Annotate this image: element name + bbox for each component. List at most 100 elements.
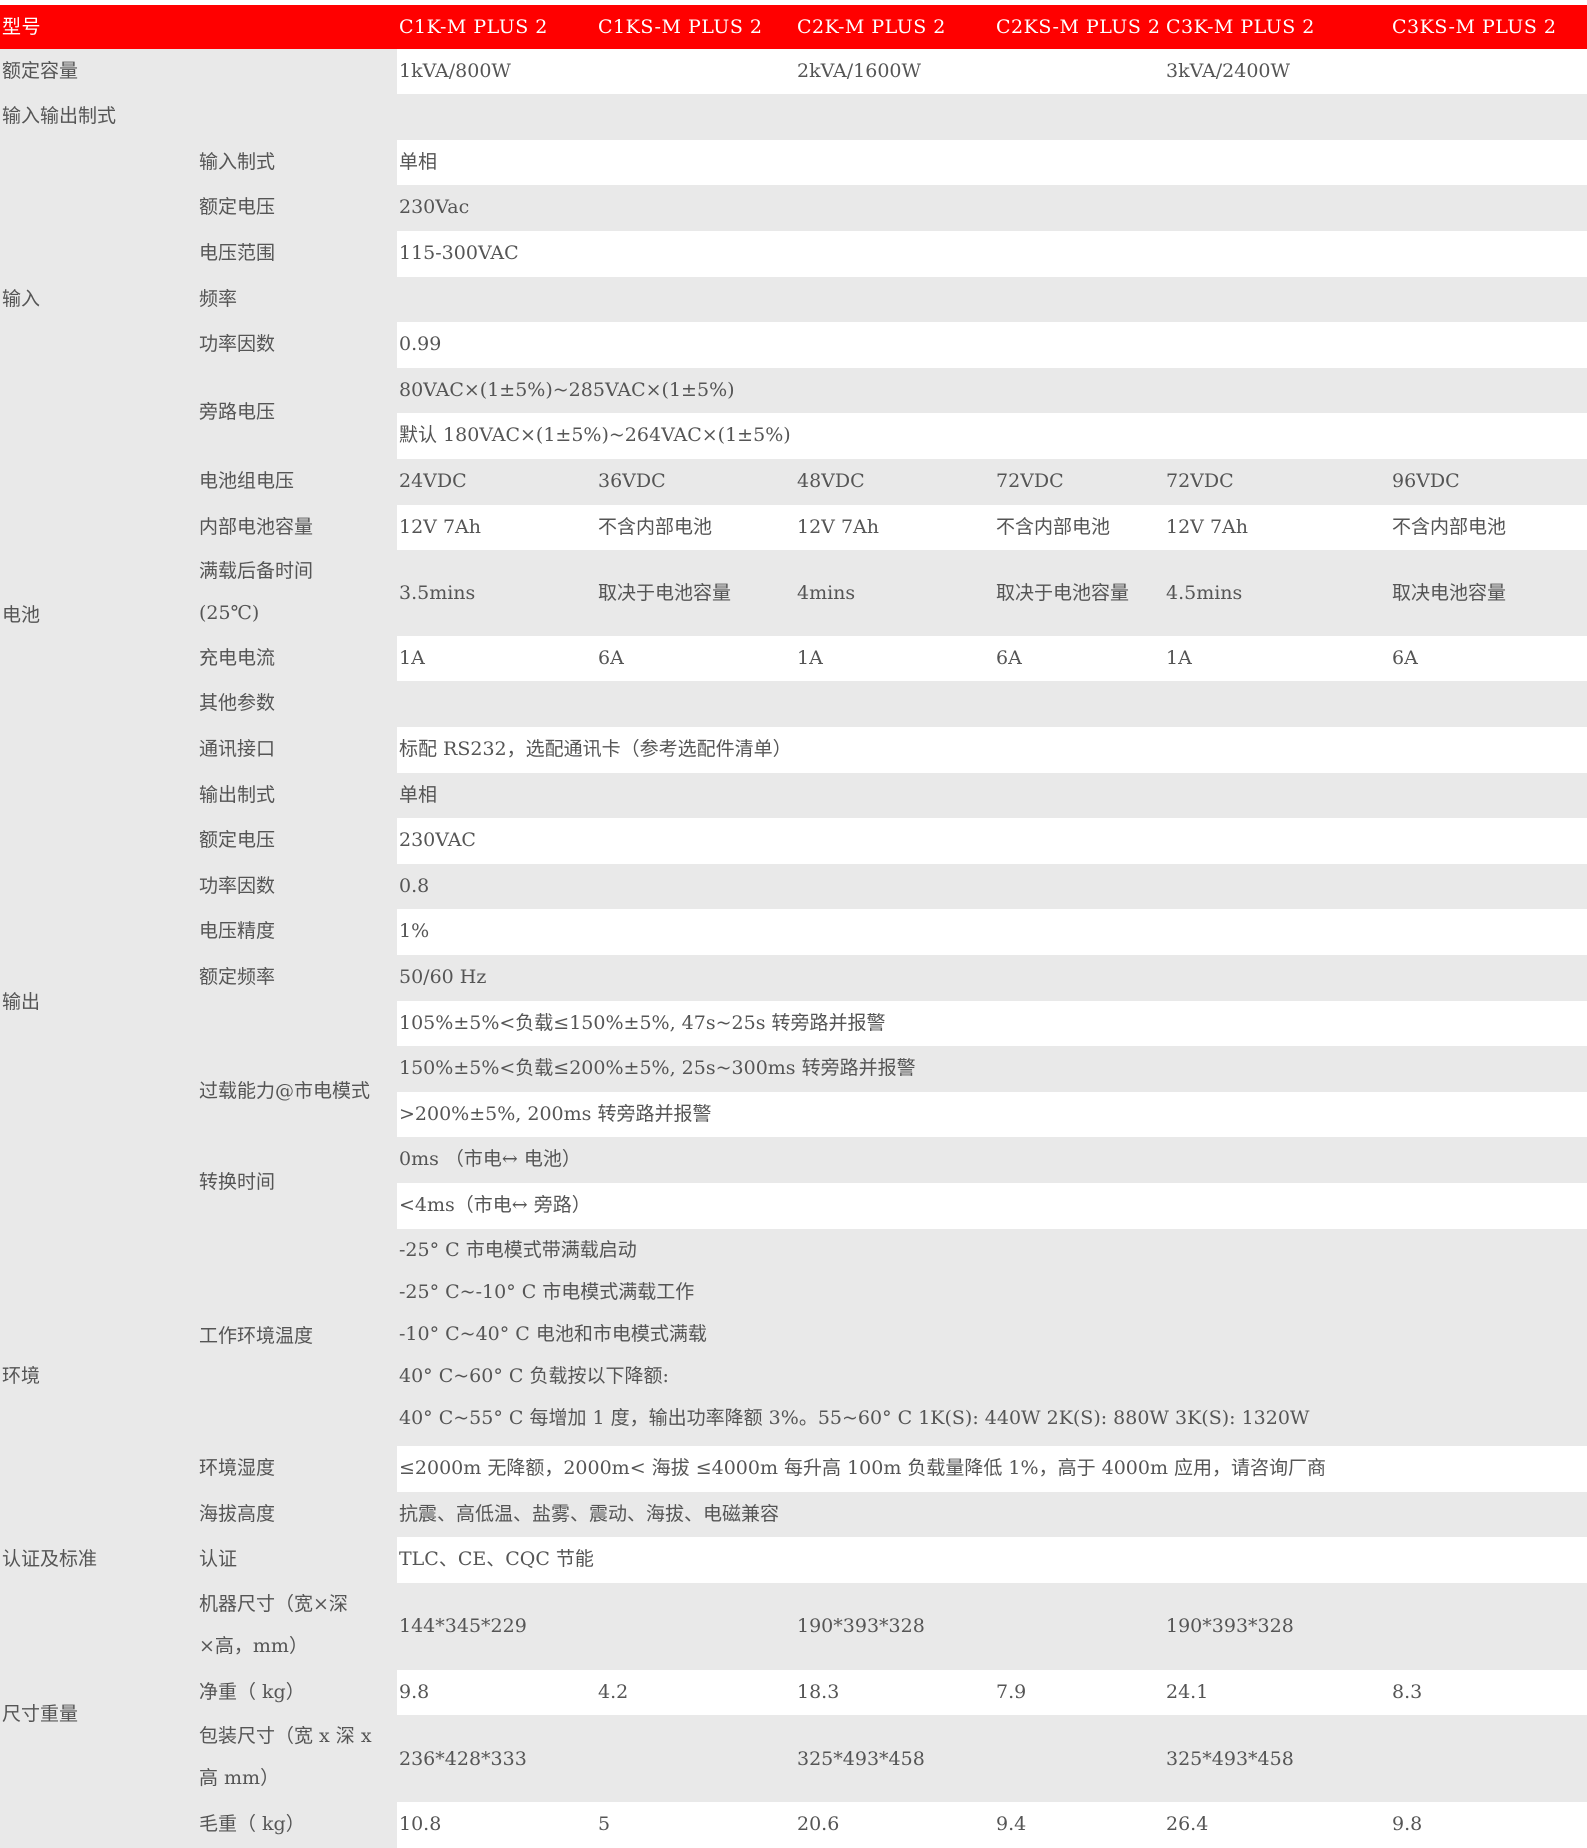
- charge-current-value: 6A: [1392, 647, 1418, 669]
- interface-value: 标配 RS232，选配通讯卡（参考选配件清单）: [399, 738, 792, 760]
- charge-current-value: 1A: [797, 647, 823, 669]
- bypass-voltage-label: 旁路电压: [199, 401, 276, 423]
- humidity-value: ≤2000m 无降额，2000m< 海拔 ≤4000m 每升高 100m 负载量…: [399, 1457, 1327, 1479]
- cert-value: TLC、CE、CQC 节能: [399, 1548, 594, 1570]
- bypass-voltage-value: 80VAC×(1±5%)~285VAC×(1±5%): [399, 379, 735, 401]
- rated-capacity-value: 3kVA/2400W: [1166, 60, 1291, 82]
- charge-current-value: 6A: [598, 647, 624, 669]
- row-bg: [397, 185, 1587, 231]
- output-mode-label: 输出制式: [199, 784, 276, 806]
- row-bg: [397, 277, 1587, 322]
- backup-time-label-line: 满载后备时间: [199, 560, 314, 582]
- internal-capacity-value: 不含内部电池: [996, 516, 1111, 538]
- other-params-label: 其他参数: [199, 692, 276, 714]
- cert-label: 认证: [199, 1548, 238, 1570]
- group-dimensions: 尺寸重量: [2, 1703, 79, 1725]
- machine-size-value: 144*345*229: [399, 1615, 527, 1637]
- row-bg: [397, 1583, 1587, 1670]
- model-c3ks: C3KS-M PLUS 2: [1392, 16, 1557, 38]
- altitude-value: 抗震、高低温、盐雾、震动、海拔、电磁兼容: [399, 1503, 780, 1525]
- group-battery: 电池: [2, 604, 41, 626]
- model-c2k: C2K-M PLUS 2: [797, 16, 946, 38]
- model-label: 型号: [2, 16, 42, 38]
- row-bg: [397, 773, 1587, 818]
- package-size-label: 包装尺寸（宽 x 深 x 高 mm）: [197, 1715, 397, 1799]
- output-rated-voltage-label: 额定电压: [199, 829, 276, 851]
- gross-weight-value: 20.6: [797, 1813, 840, 1835]
- machine-size-label: 机器尺寸（宽×深 ×高，mm）: [197, 1583, 392, 1667]
- row-bg: [397, 49, 1587, 94]
- charge-current-label: 充电电流: [199, 647, 276, 669]
- operating-temp-line: 40° C~60° C 负载按以下降额:: [399, 1365, 669, 1387]
- model-c1k: C1K-M PLUS 2: [399, 16, 548, 38]
- row-bg: [397, 140, 1587, 185]
- row-bg: [397, 681, 1587, 727]
- machine-size-label-line: ×高，mm）: [199, 1635, 308, 1657]
- machine-size-value: 190*393*328: [1166, 1615, 1294, 1637]
- net-weight-value: 18.3: [797, 1681, 840, 1703]
- overload-value: 150%±5%<负载≤200%±5%, 25s~300ms 转旁路并报警: [399, 1057, 916, 1079]
- group-output: 输出: [2, 991, 41, 1013]
- input-rated-voltage-label: 额定电压: [199, 196, 276, 218]
- gross-weight-value: 9.8: [1392, 1813, 1423, 1835]
- backup-time-value: 取决电池容量: [1392, 582, 1507, 604]
- operating-temp-line: -10° C~40° C 电池和市电模式满载: [399, 1323, 707, 1345]
- backup-time-value: 4.5mins: [1166, 582, 1243, 604]
- input-mode-label: 输入制式: [199, 151, 276, 173]
- rated-capacity-value: 2kVA/1600W: [797, 60, 922, 82]
- row-bg: [397, 94, 1587, 140]
- package-size-value: 325*493*458: [1166, 1748, 1294, 1770]
- transfer-time-label: 转换时间: [199, 1171, 276, 1193]
- row-bg: [397, 864, 1587, 909]
- internal-capacity-value: 12V 7Ah: [399, 516, 481, 538]
- rated-frequency-value: 50/60 Hz: [399, 966, 487, 988]
- package-size-value: 325*493*458: [797, 1748, 925, 1770]
- backup-time-label-line: (25℃): [199, 602, 260, 624]
- frequency-label: 频率: [199, 288, 238, 310]
- package-size-label-line: 包装尺寸（宽 x 深 x: [199, 1725, 372, 1747]
- pack-voltage-value: 36VDC: [598, 470, 666, 492]
- internal-capacity-value: 12V 7Ah: [797, 516, 879, 538]
- row-bg: [397, 909, 1587, 955]
- row-bg: [397, 322, 1587, 368]
- humidity-label: 环境湿度: [199, 1457, 276, 1479]
- output-mode-value: 单相: [399, 784, 438, 806]
- group-environment: 环境: [2, 1365, 41, 1387]
- operating-temp-line: -25° C~-10° C 市电模式满载工作: [399, 1281, 695, 1303]
- pack-voltage-label: 电池组电压: [199, 470, 295, 492]
- transfer-time-value: <4ms（市电↔ 旁路）: [399, 1194, 591, 1216]
- pack-voltage-value: 72VDC: [996, 470, 1064, 492]
- operating-temp-line: 40° C~55° C 每增加 1 度，输出功率降额 3%。55~60° C 1…: [399, 1407, 1310, 1429]
- internal-capacity-value: 不含内部电池: [1392, 516, 1507, 538]
- spec-table: 型号 C1K-M PLUS 2 C1KS-M PLUS 2 C2K-M PLUS…: [0, 0, 1587, 1848]
- input-power-factor-value: 0.99: [399, 333, 442, 355]
- rated-capacity-label: 额定容量: [2, 60, 79, 82]
- input-mode-value: 单相: [399, 151, 438, 173]
- operating-temp-label: 工作环境温度: [199, 1325, 314, 1347]
- model-c3k: C3K-M PLUS 2: [1166, 16, 1315, 38]
- internal-capacity-value: 12V 7Ah: [1166, 516, 1248, 538]
- net-weight-value: 24.1: [1166, 1681, 1209, 1703]
- pack-voltage-value: 48VDC: [797, 470, 865, 492]
- backup-time-value: 3.5mins: [399, 582, 476, 604]
- operating-temp-line: -25° C 市电模式带满载启动: [399, 1239, 637, 1261]
- gross-weight-value: 9.4: [996, 1813, 1027, 1835]
- backup-time-label: 满载后备时间 (25℃): [197, 550, 392, 634]
- voltage-range-value: 115-300VAC: [399, 242, 519, 264]
- voltage-accuracy-value: 1%: [399, 920, 430, 942]
- row-bg: [397, 955, 1587, 1001]
- input-rated-voltage-value: 230Vac: [399, 196, 470, 218]
- net-weight-value: 8.3: [1392, 1681, 1423, 1703]
- net-weight-value: 4.2: [598, 1681, 629, 1703]
- output-power-factor-label: 功率因数: [199, 875, 276, 897]
- rated-capacity-value: 1kVA/800W: [399, 60, 511, 82]
- input-power-factor-label: 功率因数: [199, 333, 276, 355]
- table-header: 型号 C1K-M PLUS 2 C1KS-M PLUS 2 C2K-M PLUS…: [0, 5, 1587, 49]
- backup-time-value: 4mins: [797, 582, 856, 604]
- pack-voltage-value: 72VDC: [1166, 470, 1234, 492]
- group-certification: 认证及标准: [2, 1548, 98, 1570]
- net-weight-value: 9.8: [399, 1681, 430, 1703]
- pack-voltage-value: 96VDC: [1392, 470, 1460, 492]
- transfer-time-value: 0ms （市电↔ 电池）: [399, 1148, 581, 1170]
- internal-capacity-label: 内部电池容量: [199, 516, 314, 538]
